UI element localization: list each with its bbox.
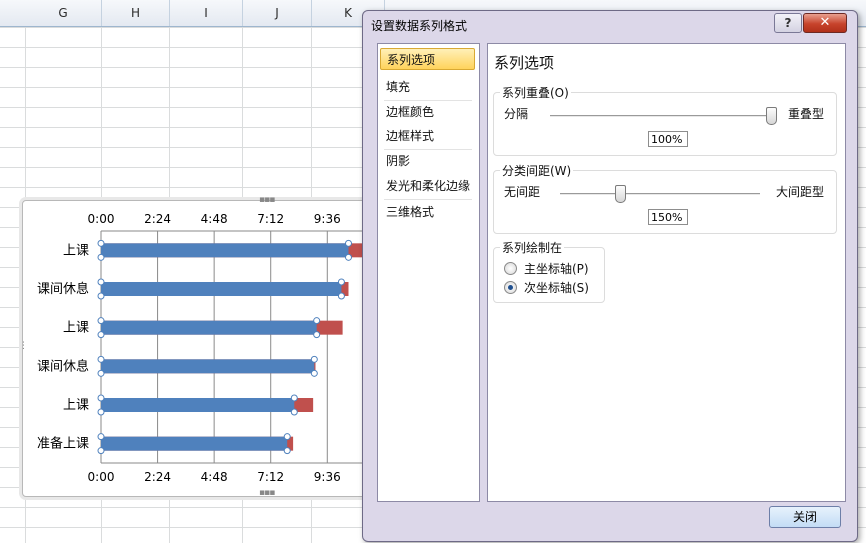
category-list: 系列选项 填充 边框颜色 边框样式 阴影 发光和柔化边缘 三维格式 [377,43,480,502]
secondary-axis-radio[interactable] [504,281,517,294]
dialog-title: 设置数据系列格式 [371,19,468,33]
chart-plot[interactable]: 0:00 0:00 2:24 2:24 4:48 4:48 7:12 7:12 9:36 9:36… [23,201,383,496]
x-tick-label-top: 9:36 [314,212,341,226]
secondary-axis-label[interactable]: 次坐标轴(S) [524,279,589,296]
selection-handle [313,331,321,339]
x-tick-label-top: 7:12 [257,212,284,226]
x-tick-label-top: 4:48 [201,212,228,226]
x-tick-label-bottom: 9:36 [314,470,341,484]
primary-axis-label[interactable]: 主坐标轴(P) [524,260,589,277]
selection-handle [97,369,105,377]
x-tick-label-bottom: 7:12 [257,470,284,484]
bar-series-1 [101,398,295,412]
overlap-slider-thumb[interactable] [766,107,777,125]
bar-series-1 [101,436,288,451]
close-icon[interactable]: ✕ [803,13,847,33]
selection-handle [290,408,298,416]
selection-handle [313,317,321,325]
format-data-series-dialog: 设置数据系列格式 ? ✕ 系列选项 填充 边框颜色 边框样式 阴影 发光和柔化边… [362,10,858,542]
selection-handle [97,433,105,441]
overlap-label: 系列重叠(O) [500,84,571,101]
nav-item-series-options[interactable]: 系列选项 [380,48,475,70]
selection-handle [337,278,345,286]
selection-handle [310,369,318,377]
selection-handle [283,433,291,441]
selection-handle [97,394,105,402]
x-tick-label-bottom: 2:24 [144,470,171,484]
gap-slider-thumb[interactable] [615,185,626,203]
nav-item-glow-soft-edges[interactable]: 发光和柔化边缘 [380,175,475,197]
overlap-left-label: 分隔 [504,107,529,121]
nav-item-fill[interactable]: 填充 [380,76,475,98]
overlap-value-input[interactable]: 100% [648,131,688,147]
selection-handle [97,355,105,363]
gantt-chart[interactable]: ▪▪▪ ▪▪▪ ⋮ 0:00 0:00 2:24 2:24 4:48 4:48 7:12 7:… [19,195,384,498]
selection-handle [345,239,352,247]
category-label: 课间休息 [37,358,89,374]
overlap-slider-track[interactable] [550,115,772,117]
overlap-group: 系列重叠(O) 分隔 重叠型 100% [493,84,837,156]
bar-series-1 [101,243,349,258]
selection-handle [283,447,291,455]
selection-handle [97,408,105,416]
bar-series-1 [101,359,315,374]
help-button[interactable]: ? [774,13,802,33]
column-header-i[interactable]: I [170,0,243,26]
bar-series-1 [101,320,317,335]
x-tick-label-bottom: 0:00 [88,470,115,484]
x-tick-label-top: 0:00 [88,212,115,226]
selection-handle [97,447,105,455]
series-options-panel: 系列选项 系列重叠(O) 分隔 重叠型 100% 分类间距(W) 无间距 大间距… [487,43,846,502]
gap-width-group: 分类间距(W) 无间距 大间距型 150% [493,162,837,234]
gap-slider-track[interactable] [560,193,760,195]
selection-handle [97,278,105,286]
category-label: 上课 [63,243,89,258]
nav-item-3d-format[interactable]: 三维格式 [380,201,475,223]
selection-handle [97,331,105,339]
plot-on-label: 系列绘制在 [500,239,565,256]
column-header-h[interactable]: H [102,0,170,26]
dialog-titlebar[interactable]: 设置数据系列格式 ? ✕ [363,11,857,39]
gap-value-input[interactable]: 150% [648,209,688,225]
column-header-g[interactable]: G [25,0,102,26]
panel-heading: 系列选项 [494,54,555,72]
primary-axis-radio[interactable] [504,262,517,275]
nav-item-border-color[interactable]: 边框颜色 [380,101,475,123]
close-button[interactable]: 关闭 [769,506,841,528]
gap-width-label: 分类间距(W) [500,162,574,179]
category-label: 课间休息 [37,281,89,297]
x-tick-label-bottom: 4:48 [201,470,228,484]
selection-handle [97,292,105,300]
selection-handle [310,355,318,363]
plot-on-group: 系列绘制在 主坐标轴(P) 次坐标轴(S) [493,239,605,303]
overlap-right-label: 重叠型 [788,107,825,121]
selection-handle [97,317,105,325]
selection-handle [290,394,298,402]
column-header-j[interactable]: J [243,0,312,26]
category-label: 上课 [63,398,89,413]
bar-series-1 [101,282,342,296]
x-tick-label-top: 2:24 [144,212,171,226]
selection-handle [97,253,105,261]
category-label: 上课 [63,321,89,336]
gap-right-label: 大间距型 [776,185,825,199]
selection-handle [345,253,352,261]
selection-handle [337,292,345,300]
category-label: 准备上课 [37,436,89,452]
gap-left-label: 无间距 [504,185,541,199]
selection-handle [97,239,105,247]
nav-item-border-style[interactable]: 边框样式 [380,125,475,147]
nav-item-shadow[interactable]: 阴影 [380,150,475,172]
